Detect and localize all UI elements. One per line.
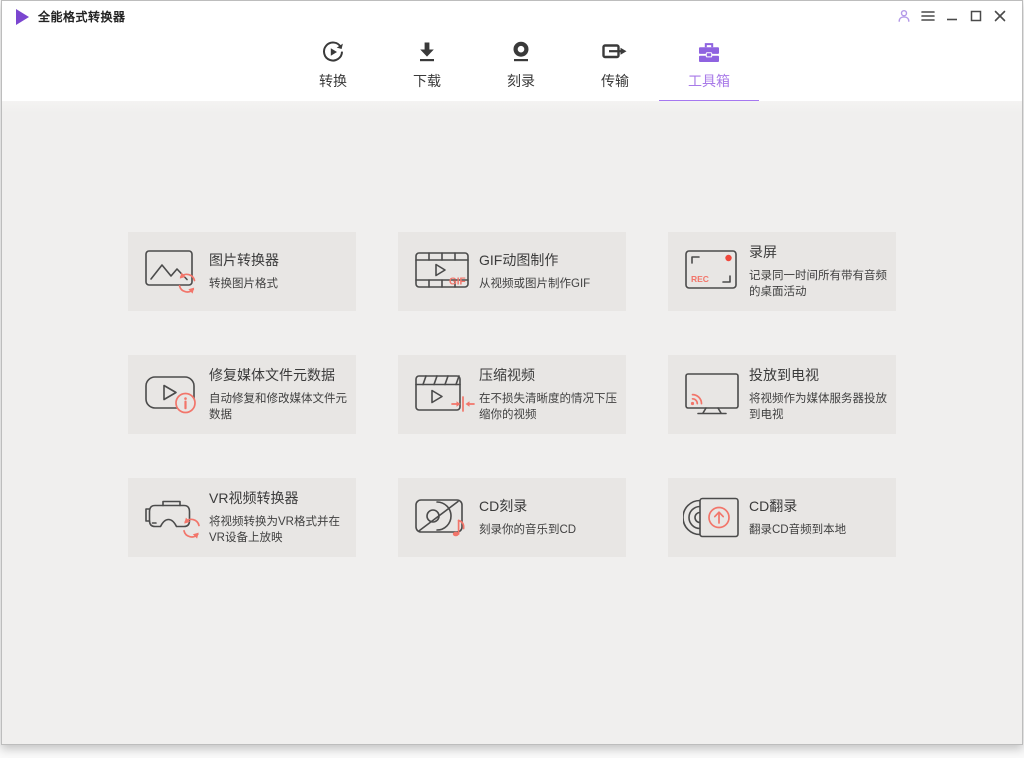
title-bar: 全能格式转换器	[2, 1, 1022, 31]
card-desc: 记录同一时间所有带有音频的桌面活动	[749, 270, 887, 298]
app-window: 全能格式转换器 转换 下载 刻录 传输 工具箱 图片转换器 转换图片格式 GIF…	[1, 0, 1023, 745]
card-desc: 从视频或图片制作GIF	[479, 278, 591, 291]
main-nav: 转换 下载 刻录 传输 工具箱	[2, 31, 1022, 102]
card-desc: 刻录你的音乐到CD	[479, 524, 577, 537]
tab-download[interactable]: 下载	[380, 31, 474, 101]
download-icon	[414, 38, 440, 65]
card-image-converter[interactable]: 图片转换器 转换图片格式	[128, 232, 356, 311]
card-title: 投放到电视	[749, 367, 819, 384]
close-button[interactable]	[988, 4, 1012, 28]
user-icon	[897, 9, 911, 23]
minimize-icon	[946, 10, 958, 22]
menu-button[interactable]	[916, 4, 940, 28]
fix-metadata-icon	[141, 369, 209, 421]
minimize-button[interactable]	[940, 4, 964, 28]
card-desc: 将视频转换为VR格式并在VR设备上放映	[209, 516, 340, 544]
cd-burn-icon	[411, 492, 479, 544]
tab-label: 传输	[601, 73, 629, 89]
vr-converter-icon	[141, 492, 209, 544]
maximize-icon	[970, 10, 982, 22]
rec-label: REC	[691, 274, 709, 284]
tab-toolbox[interactable]: 工具箱	[659, 31, 759, 102]
tab-label: 工具箱	[688, 73, 730, 89]
image-converter-icon	[141, 246, 209, 298]
tab-convert[interactable]: 转换	[286, 31, 380, 101]
card-gif-maker[interactable]: GIF GIF动图制作 从视频或图片制作GIF	[398, 232, 626, 311]
app-logo-icon	[16, 8, 29, 25]
screen-recorder-icon: REC	[681, 246, 749, 298]
card-title: GIF动图制作	[479, 252, 559, 269]
card-compress-video[interactable]: 压缩视频 在不损失清晰度的情况下压缩你的视频	[398, 355, 626, 434]
cd-rip-icon	[681, 492, 749, 544]
card-cast-to-tv[interactable]: 投放到电视 将视频作为媒体服务器投放到电视	[668, 355, 896, 434]
tab-transfer[interactable]: 传输	[568, 31, 662, 101]
card-desc: 翻录CD音频到本地	[749, 524, 847, 537]
card-title: 录屏	[749, 244, 777, 261]
transfer-icon	[601, 38, 629, 65]
card-screen-recorder[interactable]: REC 录屏 记录同一时间所有带有音频的桌面活动	[668, 232, 896, 311]
tab-burn[interactable]: 刻录	[474, 31, 568, 101]
app-title: 全能格式转换器	[38, 9, 126, 24]
card-title: 压缩视频	[479, 367, 535, 384]
tab-label: 转换	[319, 73, 347, 89]
gif-maker-icon: GIF	[411, 246, 479, 298]
card-desc: 将视频作为媒体服务器投放到电视	[749, 393, 887, 421]
compress-video-icon	[411, 369, 479, 421]
card-cd-rip[interactable]: CD翻录 翻录CD音频到本地	[668, 478, 896, 557]
window-controls	[892, 4, 1012, 28]
card-title: CD刻录	[479, 498, 528, 515]
burn-icon	[508, 38, 534, 65]
hamburger-icon	[921, 10, 935, 22]
card-cd-burn[interactable]: CD刻录 刻录你的音乐到CD	[398, 478, 626, 557]
card-fix-metadata[interactable]: 修复媒体文件元数据 自动修复和修改媒体文件元数据	[128, 355, 356, 434]
tool-card-grid: 图片转换器 转换图片格式 GIF GIF动图制作 从视频或图片制作GIF REC…	[128, 232, 896, 557]
card-desc: 转换图片格式	[209, 278, 278, 291]
toolbox-panel: 图片转换器 转换图片格式 GIF GIF动图制作 从视频或图片制作GIF REC…	[2, 101, 1022, 744]
account-button[interactable]	[892, 4, 916, 28]
card-title: 图片转换器	[209, 252, 279, 269]
maximize-button[interactable]	[964, 4, 988, 28]
card-vr-converter[interactable]: VR视频转换器 将视频转换为VR格式并在VR设备上放映	[128, 478, 356, 557]
close-icon	[994, 10, 1006, 22]
card-desc: 在不损失清晰度的情况下压缩你的视频	[479, 393, 617, 421]
tab-label: 下载	[413, 73, 441, 89]
convert-icon	[320, 38, 346, 65]
tab-label: 刻录	[507, 73, 535, 89]
card-title: 修复媒体文件元数据	[209, 367, 335, 384]
cast-to-tv-icon	[681, 369, 749, 421]
gif-label: GIF	[449, 276, 466, 287]
toolbox-icon	[696, 38, 722, 65]
card-title: CD翻录	[749, 498, 798, 515]
card-desc: 自动修复和修改媒体文件元数据	[209, 393, 347, 421]
card-title: VR视频转换器	[209, 490, 299, 507]
